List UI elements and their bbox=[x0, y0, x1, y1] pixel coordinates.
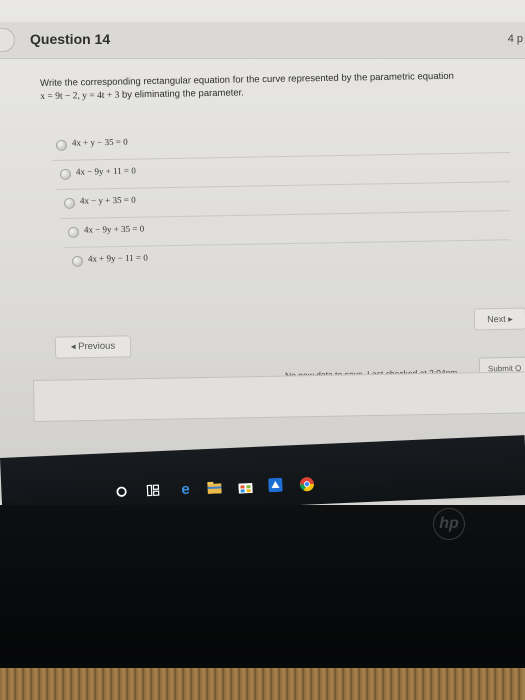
radio-button[interactable] bbox=[59, 168, 72, 180]
edge-icon[interactable]: e bbox=[177, 480, 194, 497]
next-button[interactable]: Next ▸ bbox=[473, 307, 525, 331]
question-prompt: Write the corresponding rectangular equa… bbox=[40, 69, 522, 104]
file-explorer-icon[interactable] bbox=[206, 479, 223, 496]
radio-button[interactable] bbox=[55, 139, 68, 151]
answer-options: 4x + y − 35 = 0 4x − 9y + 11 = 0 4x − y … bbox=[40, 124, 511, 276]
question-title: Question 14 bbox=[30, 31, 111, 47]
chrome-icon[interactable] bbox=[298, 475, 315, 492]
option-label: 4x + y − 35 = 0 bbox=[71, 136, 128, 148]
option-label: 4x + 9y − 11 = 0 bbox=[87, 252, 148, 264]
option-label: 4x − 9y + 35 = 0 bbox=[83, 223, 145, 235]
browser-screen: Question 14 4 p Write the corresponding … bbox=[0, 0, 525, 500]
radio-button[interactable] bbox=[71, 255, 84, 267]
hp-logo: hp bbox=[433, 508, 465, 540]
app-blue-icon[interactable] bbox=[267, 477, 284, 494]
task-view-icon[interactable] bbox=[144, 482, 161, 499]
option-label: 4x − 9y + 11 = 0 bbox=[75, 165, 136, 177]
radio-button[interactable] bbox=[63, 197, 76, 209]
question-points: 4 p bbox=[507, 33, 523, 45]
prompt-equation: x = 9t − 2, y = 4t + 3 bbox=[40, 90, 120, 102]
collapse-arrow-icon[interactable] bbox=[0, 28, 15, 52]
prompt-text: Write the corresponding rectangular equa… bbox=[40, 70, 454, 89]
radio-button[interactable] bbox=[67, 226, 80, 238]
option-label: 4x − y + 35 = 0 bbox=[79, 194, 136, 206]
previous-button[interactable]: ◂ Previous bbox=[54, 335, 132, 359]
question-header: Question 14 4 p bbox=[0, 22, 525, 59]
footer-panel bbox=[33, 371, 525, 422]
search-circle-icon[interactable] bbox=[113, 483, 130, 500]
prompt-tail: by eliminating the parameter. bbox=[119, 87, 244, 101]
store-icon[interactable] bbox=[237, 478, 254, 495]
desk-surface bbox=[0, 668, 525, 700]
